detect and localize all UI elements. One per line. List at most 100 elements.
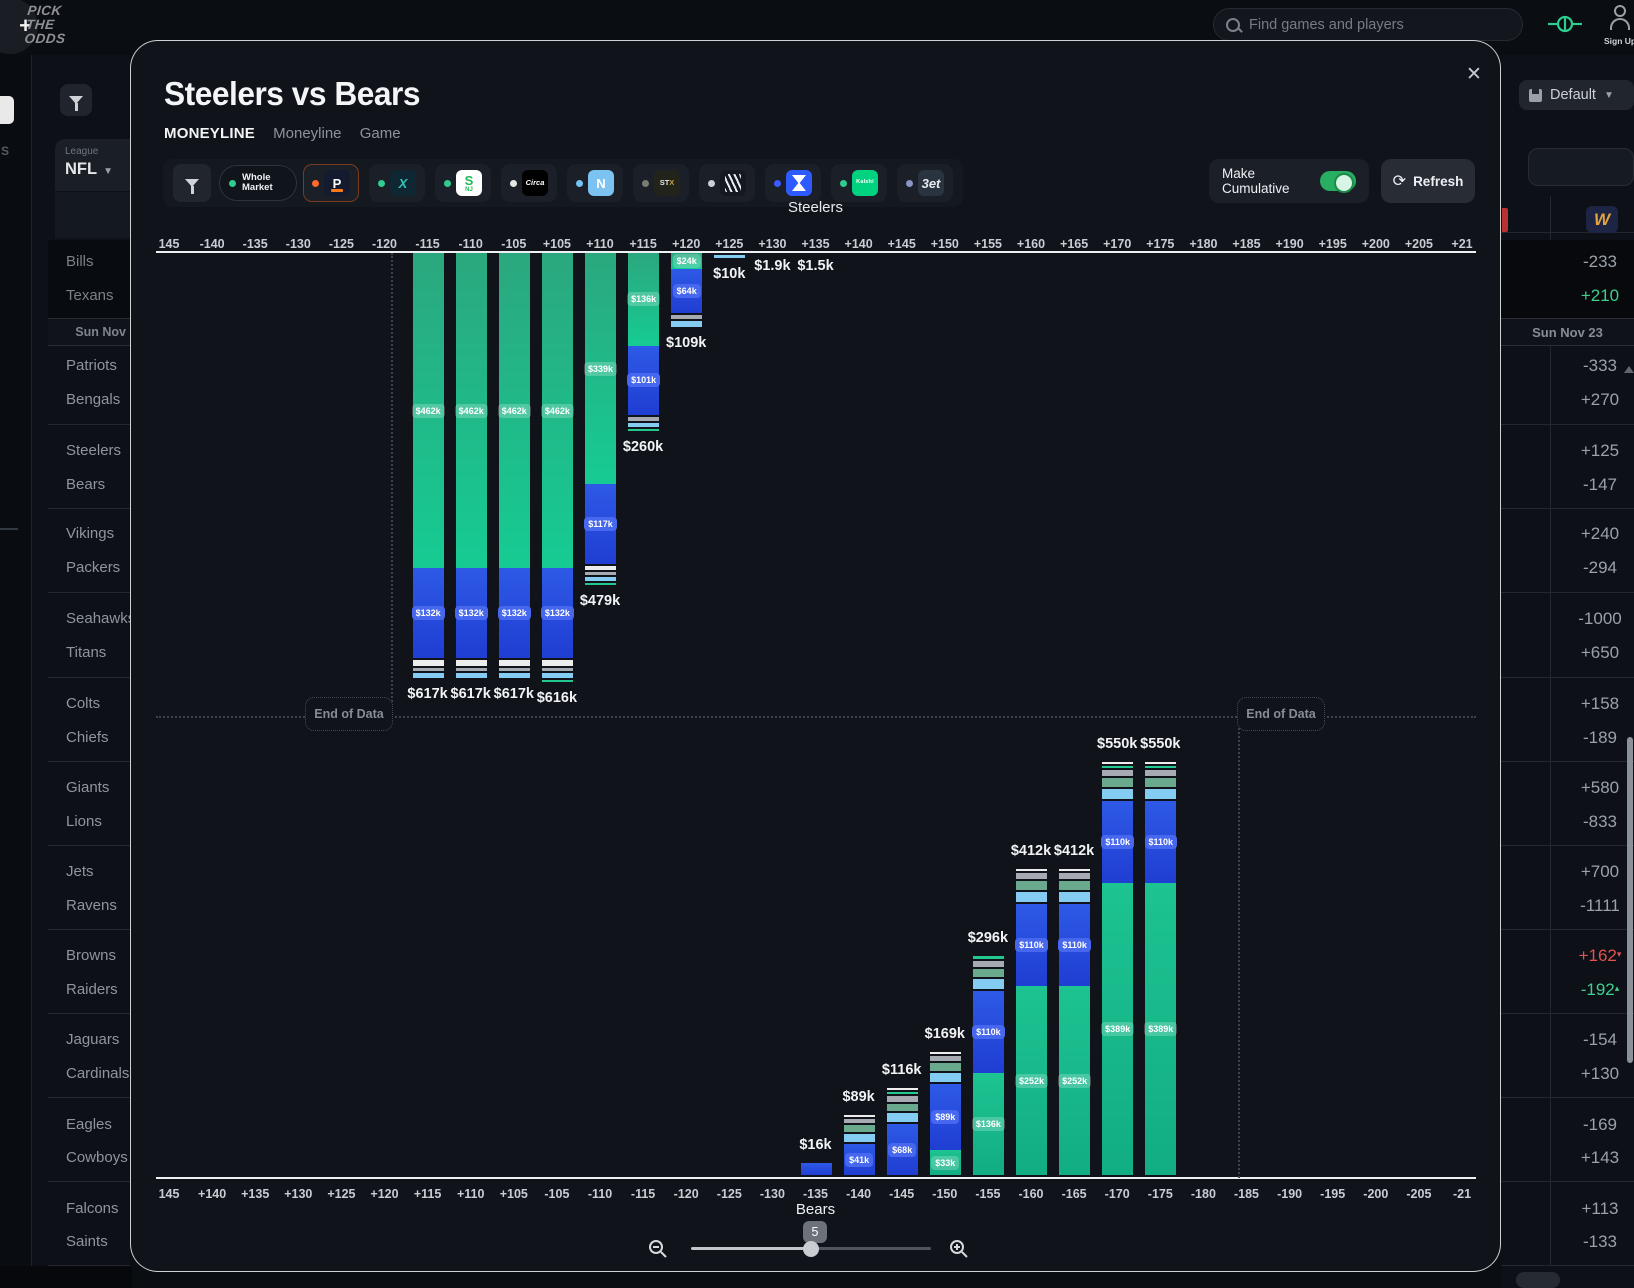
whole-market-chip[interactable]: WholeMarket xyxy=(219,165,297,201)
book-chip-3et[interactable]: 3et xyxy=(897,164,953,202)
depth-bar--155[interactable]: $136k$110k xyxy=(973,956,1004,1175)
odds-value[interactable]: -169 xyxy=(1550,1115,1634,1135)
sidebar-item-team[interactable]: Eagles xyxy=(66,1116,136,1133)
odds-value[interactable]: -189 xyxy=(1550,728,1634,748)
search-bar[interactable] xyxy=(1213,8,1523,41)
sidebar-item-team[interactable]: Patriots xyxy=(66,357,136,374)
depth-bar-+120[interactable]: $24k$64k xyxy=(671,253,702,327)
sidebar-item-team[interactable]: Seahawks xyxy=(66,610,136,627)
book-chip-prizepicks[interactable]: P xyxy=(303,164,359,202)
odds-value[interactable]: +700 xyxy=(1550,862,1634,882)
depth-bar--135[interactable] xyxy=(801,1163,832,1175)
odds-value[interactable]: -833 xyxy=(1550,812,1634,832)
odds-value[interactable]: -147 xyxy=(1550,475,1634,495)
axis-tick-top: +165 xyxy=(1053,237,1095,251)
zoom-slider-handle[interactable] xyxy=(803,1241,819,1257)
book-chip-betopenly[interactable] xyxy=(765,164,821,202)
signup-label[interactable]: Sign Up xyxy=(1604,36,1634,46)
sidebar-item-team[interactable]: Steelers xyxy=(66,442,136,459)
book-chip-betx[interactable]: X xyxy=(369,164,425,202)
preset-select[interactable]: Default ▼ xyxy=(1519,80,1634,110)
zoom-out-icon[interactable] xyxy=(648,1239,668,1259)
sidebar-item-team[interactable]: Bills xyxy=(66,253,136,270)
odds-value[interactable]: +650 xyxy=(1550,643,1634,663)
sidebar-item-team[interactable]: Falcons xyxy=(66,1200,136,1217)
sidebar-item-team[interactable]: Lions xyxy=(66,813,136,830)
depth-bar--105[interactable]: $462k$132k xyxy=(499,253,530,678)
sidebar-item-team[interactable]: Chiefs xyxy=(66,729,136,746)
sportsbook-column-logo[interactable]: W xyxy=(1586,206,1618,233)
chat-fab-fragment[interactable] xyxy=(1516,1272,1560,1288)
sidebar-item-team[interactable]: Giants xyxy=(66,779,136,796)
sidebar-item-team[interactable]: Ravens xyxy=(66,897,136,914)
odds-value[interactable]: -233 xyxy=(1550,252,1634,272)
odds-value[interactable]: +113 xyxy=(1550,1199,1634,1219)
depth-bar--175[interactable]: $389k$110k xyxy=(1145,762,1176,1176)
odds-value[interactable]: +580 xyxy=(1550,778,1634,798)
odds-value[interactable]: +270 xyxy=(1550,390,1634,410)
sidebar-item-team[interactable]: Jets xyxy=(66,863,136,880)
depth-bar--170[interactable]: $389k$110k xyxy=(1102,762,1133,1176)
zoom-slider-track-left[interactable] xyxy=(691,1247,811,1250)
search-input[interactable] xyxy=(1249,17,1489,33)
odds-value[interactable]: +130 xyxy=(1550,1064,1634,1084)
odds-value[interactable]: +125 xyxy=(1550,441,1634,461)
zoom-in-icon[interactable] xyxy=(949,1239,969,1259)
cumulative-toggle[interactable] xyxy=(1320,171,1356,191)
zoom-slider-track-right[interactable] xyxy=(811,1247,931,1250)
scrollbar-thumb[interactable] xyxy=(1627,737,1633,1063)
odds-value[interactable]: -133 xyxy=(1550,1232,1634,1252)
bar-segment-label: $110k xyxy=(1101,835,1134,849)
account-icon[interactable] xyxy=(1610,5,1632,31)
book-chip-prophet[interactable] xyxy=(699,164,755,202)
sidebar-item-team[interactable]: Jaguars xyxy=(66,1031,136,1048)
odds-value[interactable]: +210 xyxy=(1550,286,1634,306)
depth-bar-+105[interactable]: $462k$132k xyxy=(542,253,573,682)
depth-bar--115[interactable]: $462k$132k xyxy=(413,253,444,678)
odds-value[interactable]: +158 xyxy=(1550,694,1634,714)
book-chip-circa[interactable]: Circa xyxy=(501,164,557,202)
bar-segment xyxy=(585,577,616,581)
depth-bar-+110[interactable]: $339k$117k xyxy=(585,253,616,585)
odds-value[interactable]: -333 xyxy=(1550,356,1634,376)
sidebar-filter-button[interactable] xyxy=(60,84,92,116)
odds-value[interactable]: -1000 xyxy=(1550,609,1634,629)
depth-bar--165[interactable]: $252k$110k xyxy=(1059,869,1090,1176)
sidebar-item-team[interactable]: Saints xyxy=(66,1233,136,1250)
depth-bar--110[interactable]: $462k$132k xyxy=(456,253,487,678)
depth-bar--160[interactable]: $252k$110k xyxy=(1016,869,1047,1176)
sidebar-item-team[interactable]: Colts xyxy=(66,695,136,712)
odds-value[interactable]: -294 xyxy=(1550,558,1634,578)
bar-segment: $68k xyxy=(887,1124,918,1175)
odds-value[interactable]: +240 xyxy=(1550,524,1634,544)
rail-app-icon[interactable] xyxy=(0,96,14,124)
sidebar-item-team[interactable]: Packers xyxy=(66,559,136,576)
books-filter-button[interactable] xyxy=(173,164,211,202)
sidebar-item-team[interactable]: Titans xyxy=(66,644,136,661)
depth-bar--140[interactable]: $41k xyxy=(844,1115,875,1176)
sidebar-item-team[interactable]: Browns xyxy=(66,947,136,964)
sidebar-item-team[interactable]: Vikings xyxy=(66,525,136,542)
sidebar-item-team[interactable]: Bengals xyxy=(66,391,136,408)
depth-bar--145[interactable]: $68k xyxy=(887,1088,918,1175)
depth-bar--150[interactable]: $33k$89k xyxy=(930,1052,961,1176)
sidebar-item-team[interactable]: Cowboys xyxy=(66,1149,136,1166)
sidebar-item-team[interactable]: Cardinals xyxy=(66,1065,136,1082)
odds-value[interactable]: +143 xyxy=(1550,1148,1634,1168)
sidebar-item-team[interactable]: Bears xyxy=(66,476,136,493)
sidebar-item-team[interactable]: Texans xyxy=(66,287,136,304)
book-chip-stx[interactable]: STX xyxy=(633,164,689,202)
league-select[interactable]: League NFL▼ xyxy=(55,139,130,191)
scroll-up-icon[interactable] xyxy=(1624,366,1634,373)
odds-value[interactable]: -1111 xyxy=(1550,896,1634,916)
close-button[interactable]: ✕ xyxy=(1457,57,1491,91)
refresh-button[interactable]: ⟳ Refresh xyxy=(1381,159,1475,203)
book-chip-novig[interactable]: N xyxy=(567,164,623,202)
odds-value[interactable]: +162▾ xyxy=(1550,946,1634,966)
book-chip-kalshi[interactable]: Kalshi xyxy=(831,164,887,202)
book-chip-sporttrade-nj[interactable]: SNJ xyxy=(435,164,491,202)
sidebar-item-team[interactable]: Raiders xyxy=(66,981,136,998)
odds-value[interactable]: -154 xyxy=(1550,1030,1634,1050)
odds-value[interactable]: -192▴ xyxy=(1550,980,1634,1000)
connection-icon[interactable] xyxy=(1548,14,1582,34)
